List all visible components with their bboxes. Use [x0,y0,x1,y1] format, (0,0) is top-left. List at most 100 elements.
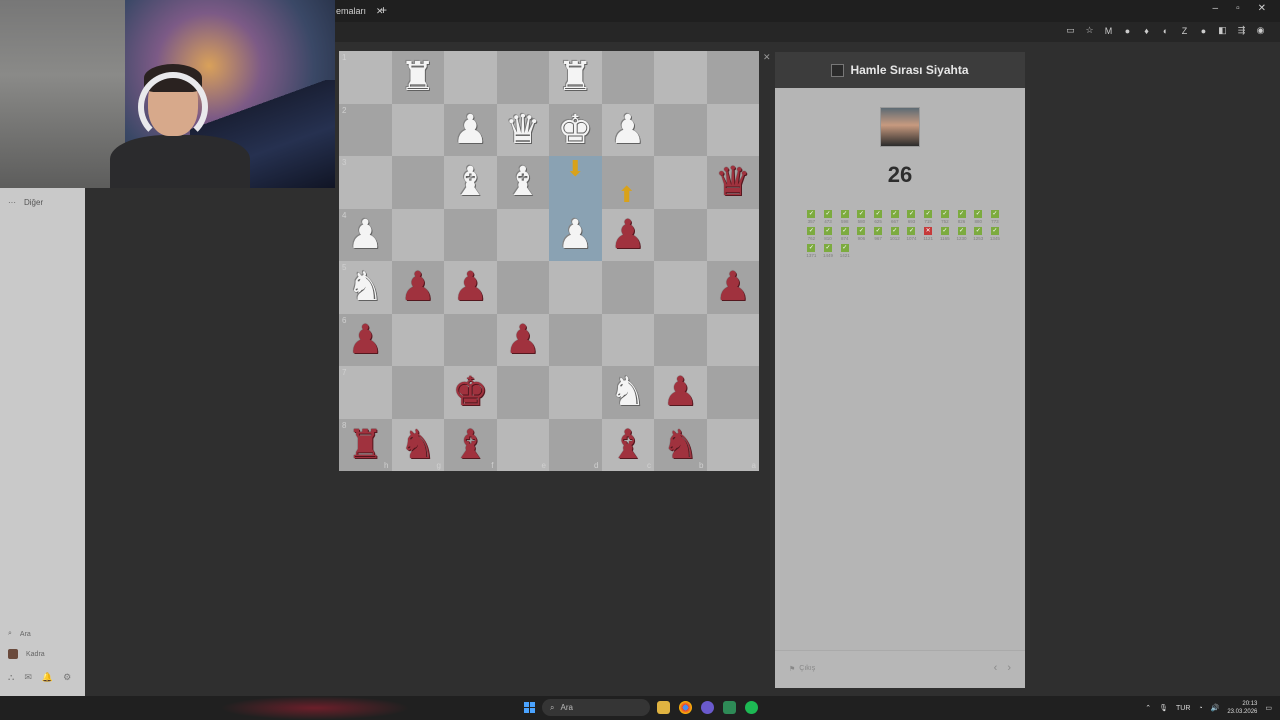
white-chess-piece[interactable]: ♟ [347,215,383,255]
board-square[interactable] [444,51,497,104]
volume-icon[interactable]: 🔊 [1211,704,1220,712]
close-window-button[interactable]: ✕ [1258,3,1266,14]
spotify-icon[interactable] [745,701,758,714]
board-square[interactable]: 5 ♞ [339,261,392,314]
board-square[interactable]: 8 h ♜ [339,418,392,471]
white-chess-piece[interactable]: ♝ [505,162,541,202]
board-square[interactable] [391,366,444,419]
board-square[interactable]: ♟ [444,103,497,156]
app-icon[interactable] [701,701,714,714]
black-chess-piece[interactable]: ♝ [452,425,488,465]
board-square[interactable] [549,261,602,314]
board-square[interactable]: 1 [339,51,392,104]
board-square[interactable] [654,103,707,156]
board-square[interactable]: ♟ [654,366,707,419]
board-square[interactable] [391,208,444,261]
board-square[interactable] [601,261,654,314]
puzzle-result[interactable]: ✓ 625 [870,210,887,224]
black-chess-piece[interactable]: ♛ [715,162,751,202]
black-chess-piece[interactable]: ♞ [662,425,698,465]
white-chess-piece[interactable]: ♞ [347,267,383,307]
white-chess-piece[interactable]: ♞ [610,372,646,412]
board-square[interactable] [496,51,549,104]
black-chess-piece[interactable]: ♞ [400,425,436,465]
board-square[interactable] [706,313,759,366]
puzzle-result[interactable]: ✓ 667 [886,210,903,224]
board-square[interactable]: ♝ [496,156,549,209]
board-square[interactable]: ♝ [444,156,497,209]
chrome-icon[interactable] [679,701,692,714]
board-square[interactable] [654,261,707,314]
chevron-left-icon[interactable]: ‹ [994,662,998,674]
board-square[interactable] [444,313,497,366]
gear-icon[interactable]: ⚙ [63,672,71,683]
board-square[interactable] [706,51,759,104]
board-square[interactable]: b ♞ [654,418,707,471]
board-square[interactable]: f ♝ [444,418,497,471]
board-square[interactable]: ♟ [496,313,549,366]
puzzle-result[interactable]: ✓ 357 [803,210,820,224]
board-square[interactable]: ♜ [391,51,444,104]
board-square[interactable]: ♚ [549,103,602,156]
black-chess-piece[interactable]: ♚ [452,372,488,412]
wifi-icon[interactable]: ◔ [1198,705,1202,712]
bell-icon[interactable]: 🔔 [42,672,53,683]
maximize-button[interactable]: ▫ [1236,3,1240,14]
board-square[interactable]: 3 [339,156,392,209]
white-chess-piece[interactable]: ♟ [557,215,593,255]
black-chess-piece[interactable]: ♟ [347,320,383,360]
black-chess-piece[interactable]: ♟ [715,267,751,307]
sidebar-profile[interactable]: Kadra [8,649,45,659]
taskbar-search[interactable]: ⌕ Ara [542,699,650,716]
board-square[interactable] [706,366,759,419]
white-chess-piece[interactable]: ♟ [452,110,488,150]
puzzle-result[interactable]: ✓ 826 [953,210,970,224]
puzzle-result[interactable]: ✓ 810 [820,227,837,241]
puzzle-result[interactable]: ✕ 1121 [920,227,937,241]
extension-icon[interactable]: ▭ [1065,25,1076,36]
white-chess-piece[interactable]: ♛ [505,110,541,150]
board-square[interactable] [654,156,707,209]
close-icon[interactable]: ✕ [763,52,771,63]
exit-button[interactable]: ⚑ Çıkış [789,665,815,673]
extension-icon[interactable]: M [1103,25,1114,36]
black-chess-piece[interactable]: ♟ [452,267,488,307]
board-square[interactable] [654,51,707,104]
puzzle-result[interactable]: ✓ 715 [920,210,937,224]
board-square[interactable]: ⬇ [549,156,602,209]
clock[interactable]: 20:13 23.03.2026 [1227,700,1257,716]
board-square[interactable]: ♛ [706,156,759,209]
puzzle-result[interactable]: ✓ 1345 [987,227,1004,241]
board-square[interactable] [496,366,549,419]
board-square[interactable] [706,103,759,156]
puzzle-result[interactable]: ✓ 874 [836,227,853,241]
extension-icon[interactable]: Z [1179,25,1190,36]
puzzle-result[interactable]: ✓ 1074 [903,227,920,241]
chevron-up-icon[interactable]: ⌃ [1145,704,1151,712]
board-square[interactable]: c ♝ [601,418,654,471]
board-square[interactable]: ♟ [549,208,602,261]
puzzle-result[interactable]: ✓ 473 [820,210,837,224]
puzzle-result[interactable]: ✓ 1012 [886,227,903,241]
board-square[interactable]: ♟ [706,261,759,314]
puzzle-result[interactable]: ✓ 1165 [937,227,954,241]
puzzle-result[interactable]: ✓ 773 [987,210,1004,224]
board-square[interactable] [601,51,654,104]
board-square[interactable] [549,366,602,419]
language-indicator[interactable]: TUR [1176,705,1190,712]
file-explorer-icon[interactable] [657,701,670,714]
black-chess-piece[interactable]: ♟ [400,267,436,307]
chess-board[interactable]: 1 ♜ ♜ 2 ♟ ♛ ♚ ♟ 3 ♝ ♝ ⬇ ⬆ ♛ 4 ♟ ♟ ♟ 5 ♞ ♟ ♟ ♟ 6 ♟ ♟ 7 ♚ ♞ ♟ 8 h ♜ g ♞ f ♝ e d c… [339,51,759,471]
puzzle-result[interactable]: ✓ 1449 [820,244,837,258]
board-square[interactable]: ♚ [444,366,497,419]
puzzle-result[interactable]: ✓ 580 [853,210,870,224]
board-square[interactable] [549,313,602,366]
sidebar-more[interactable]: ··· Diğer [8,198,43,207]
board-square[interactable] [444,208,497,261]
extension-icon[interactable]: ⇶ [1236,25,1247,36]
white-chess-piece[interactable]: ♝ [452,162,488,202]
white-chess-piece[interactable]: ♜ [557,57,593,97]
board-square[interactable]: 2 [339,103,392,156]
black-chess-piece[interactable]: ♜ [347,425,383,465]
board-square[interactable]: 6 ♟ [339,313,392,366]
